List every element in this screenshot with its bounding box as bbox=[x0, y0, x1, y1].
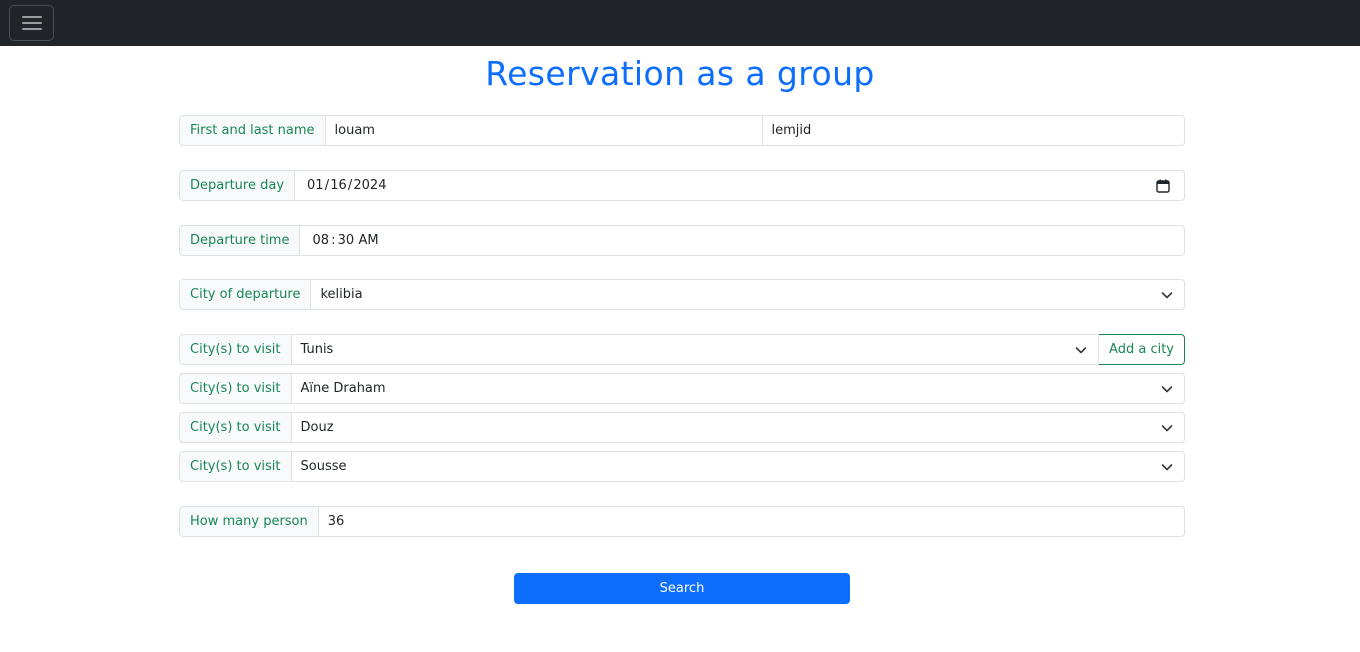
hamburger-icon bbox=[21, 16, 42, 30]
navbar-toggler-button[interactable] bbox=[9, 5, 54, 41]
departure-day-value: 01 / 16 / 2024 bbox=[307, 178, 387, 193]
departure-time-label: Departure time bbox=[179, 225, 301, 256]
search-button[interactable]: Search bbox=[514, 573, 850, 604]
first-name-value: louam bbox=[334, 123, 375, 138]
persons-label: How many person bbox=[179, 506, 319, 537]
city-visit-value: Aïne Draham bbox=[300, 381, 386, 396]
city-departure-select[interactable]: kelibia bbox=[311, 279, 1185, 310]
add-city-button[interactable]: Add a city bbox=[1098, 334, 1185, 365]
city-departure-value: kelibia bbox=[320, 287, 363, 302]
first-name-input[interactable]: louam bbox=[325, 115, 763, 146]
name-label: First and last name bbox=[179, 115, 326, 146]
city-visit-value: Douz bbox=[300, 420, 334, 435]
chevron-down-icon bbox=[1161, 464, 1173, 471]
departure-time-value: 08 : 30 AM bbox=[312, 233, 379, 248]
city-visit-group-1: City(s) to visit Tunis Add a city bbox=[179, 334, 1185, 365]
persons-group: How many person 36 bbox=[179, 506, 1185, 537]
city-visit-label: City(s) to visit bbox=[179, 334, 292, 365]
city-visit-label: City(s) to visit bbox=[179, 373, 292, 404]
departure-day-label: Departure day bbox=[179, 170, 296, 201]
city-visit-group-2: City(s) to visit Aïne Draham bbox=[179, 373, 1185, 404]
persons-input[interactable]: 36 bbox=[318, 506, 1185, 537]
city-visit-select-3[interactable]: Douz bbox=[291, 412, 1185, 443]
name-group: First and last name louam lemjid bbox=[179, 115, 1185, 146]
city-visit-group-4: City(s) to visit Sousse bbox=[179, 451, 1185, 482]
departure-time-input[interactable]: 08 : 30 AM bbox=[300, 225, 1185, 256]
calendar-icon[interactable] bbox=[1156, 179, 1170, 193]
last-name-value: lemjid bbox=[771, 123, 812, 138]
city-visit-group-3: City(s) to visit Douz bbox=[179, 412, 1185, 443]
departure-day-group: Departure day 01 / 16 / 2024 bbox=[179, 170, 1185, 201]
city-visit-select-1[interactable]: Tunis bbox=[291, 334, 1100, 365]
city-departure-group: City of departure kelibia bbox=[179, 279, 1185, 310]
city-departure-label: City of departure bbox=[179, 279, 312, 310]
navbar bbox=[0, 0, 1360, 46]
city-visit-value: Tunis bbox=[300, 342, 334, 357]
departure-day-input[interactable]: 01 / 16 / 2024 bbox=[295, 170, 1185, 201]
departure-time-group: Departure time 08 : 30 AM bbox=[179, 225, 1185, 256]
last-name-input[interactable]: lemjid bbox=[762, 115, 1185, 146]
page-title: Reservation as a group bbox=[485, 54, 875, 93]
chevron-down-icon bbox=[1161, 425, 1173, 432]
chevron-down-icon bbox=[1161, 292, 1173, 299]
chevron-down-icon bbox=[1161, 386, 1173, 393]
chevron-down-icon bbox=[1075, 347, 1087, 354]
city-visit-select-2[interactable]: Aïne Draham bbox=[291, 373, 1185, 404]
persons-value: 36 bbox=[327, 514, 345, 529]
city-visit-label: City(s) to visit bbox=[179, 451, 292, 482]
city-visit-value: Sousse bbox=[300, 459, 347, 474]
city-visit-select-4[interactable]: Sousse bbox=[291, 451, 1185, 482]
city-visit-label: City(s) to visit bbox=[179, 412, 292, 443]
